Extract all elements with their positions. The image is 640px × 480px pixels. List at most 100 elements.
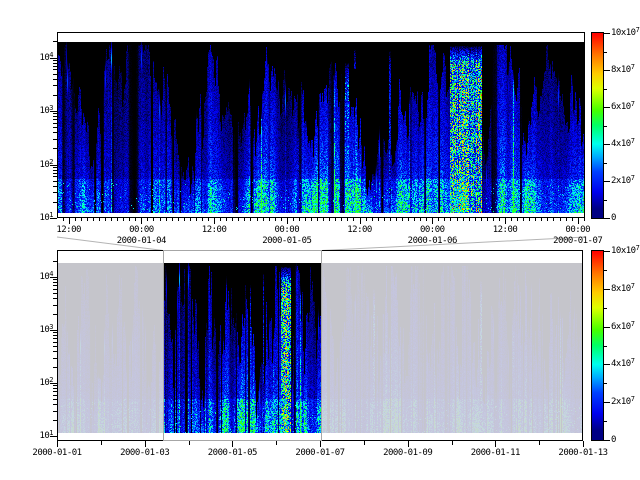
- tick-mark: [347, 218, 348, 221]
- tick-mark: [566, 218, 567, 221]
- tick-mark: [360, 218, 361, 224]
- tick-mark: [539, 441, 540, 445]
- tick-mark: [452, 441, 453, 445]
- overview-x-tick-label: 2000-01-07: [295, 448, 344, 458]
- tick-mark: [263, 218, 264, 221]
- detail-x-tick-label: 12:00: [56, 225, 81, 235]
- tick-mark: [604, 33, 610, 34]
- tick-mark: [50, 58, 57, 59]
- tick-mark: [511, 218, 512, 221]
- tick-mark: [257, 218, 258, 221]
- tick-mark: [420, 218, 421, 221]
- detail-x-tick-label: 00:00: [275, 225, 300, 235]
- tick-mark: [311, 218, 312, 221]
- overview-colorbar-tick-label: 4x107: [611, 359, 634, 369]
- spectrogram-explorer-window: 12:0000:002000-01-0412:0000:002000-01-05…: [0, 0, 640, 480]
- tick-mark: [141, 218, 142, 224]
- detail-x-tick-label: 12:00: [202, 225, 227, 235]
- tick-mark: [293, 218, 294, 221]
- detail-x-tick-label: 00:00: [129, 225, 154, 235]
- tick-mark: [232, 441, 233, 447]
- tick-mark: [135, 218, 136, 221]
- tick-mark: [372, 218, 373, 221]
- detail-x-tick-label: 00:00: [565, 225, 590, 235]
- tick-mark: [50, 111, 57, 112]
- tick-mark: [604, 251, 610, 252]
- tick-mark: [160, 218, 161, 221]
- tick-mark: [604, 70, 610, 71]
- detail-colorbar-tick-label: 10x107: [611, 28, 639, 38]
- tick-mark: [323, 218, 324, 221]
- detail-x-tick-label: 12:00: [493, 225, 518, 235]
- overview-x-tick-label: 2000-01-05: [208, 448, 257, 458]
- overview-colorbar-tick-label: 0: [611, 435, 616, 445]
- overview-x-tick-label: 2000-01-11: [471, 448, 520, 458]
- tick-mark: [604, 270, 607, 271]
- tick-mark: [604, 346, 607, 347]
- detail-colorbar: [591, 32, 604, 219]
- tick-mark: [320, 441, 321, 447]
- tick-mark: [499, 218, 500, 221]
- tick-mark: [604, 200, 607, 201]
- tick-mark: [604, 218, 610, 219]
- tick-mark: [604, 383, 607, 384]
- detail-x-tick-label: 00:00: [420, 225, 445, 235]
- tick-mark: [487, 218, 488, 221]
- tick-mark: [129, 218, 130, 221]
- tick-mark: [153, 218, 154, 221]
- tick-mark: [529, 218, 530, 221]
- detail-x-date-label: 2000-01-05: [262, 236, 311, 246]
- detail-y-tick-label: 103: [39, 106, 53, 116]
- detail-y-tick-label: 104: [39, 53, 53, 63]
- tick-mark: [287, 218, 288, 224]
- tick-mark: [604, 440, 610, 441]
- tick-mark: [604, 126, 607, 127]
- selection-region[interactable]: [163, 250, 322, 441]
- tick-mark: [604, 107, 610, 108]
- tick-mark: [299, 218, 300, 221]
- tick-mark: [547, 218, 548, 221]
- detail-y-tick-label: 102: [39, 160, 53, 170]
- overview-colorbar: [591, 250, 604, 441]
- tick-mark: [535, 218, 536, 221]
- tick-mark: [50, 277, 57, 278]
- tick-mark: [364, 441, 365, 445]
- tick-mark: [190, 218, 191, 221]
- tick-mark: [50, 383, 57, 384]
- detail-colorbar-tick-label: 4x107: [611, 139, 634, 149]
- tick-mark: [305, 218, 306, 221]
- tick-mark: [396, 218, 397, 221]
- tick-mark: [99, 218, 100, 221]
- tick-mark: [463, 218, 464, 221]
- tick-mark: [408, 441, 409, 447]
- tick-mark: [166, 218, 167, 221]
- tick-mark: [329, 218, 330, 221]
- tick-mark: [276, 441, 277, 445]
- tick-mark: [214, 218, 215, 224]
- detail-x-date-label: 2000-01-06: [408, 236, 457, 246]
- tick-mark: [50, 330, 57, 331]
- tick-mark: [604, 289, 610, 290]
- tick-mark: [414, 218, 415, 221]
- tick-mark: [226, 218, 227, 221]
- tick-mark: [87, 218, 88, 221]
- tick-mark: [220, 218, 221, 221]
- tick-mark: [75, 218, 76, 221]
- tick-mark: [390, 218, 391, 221]
- tick-mark: [63, 218, 64, 221]
- detail-colorbar-tick-label: 8x107: [611, 65, 634, 75]
- tick-mark: [275, 218, 276, 221]
- tick-mark: [583, 441, 584, 447]
- tick-mark: [172, 218, 173, 221]
- tick-mark: [604, 163, 607, 164]
- tick-mark: [93, 218, 94, 221]
- tick-mark: [269, 218, 270, 221]
- tick-mark: [335, 218, 336, 221]
- tick-mark: [523, 218, 524, 221]
- tick-mark: [572, 218, 573, 221]
- detail-x-tick-label: 12:00: [347, 225, 372, 235]
- tick-mark: [604, 89, 607, 90]
- tick-mark: [105, 218, 106, 221]
- tick-mark: [69, 218, 70, 224]
- detail-colorbar-tick-label: 6x107: [611, 102, 634, 112]
